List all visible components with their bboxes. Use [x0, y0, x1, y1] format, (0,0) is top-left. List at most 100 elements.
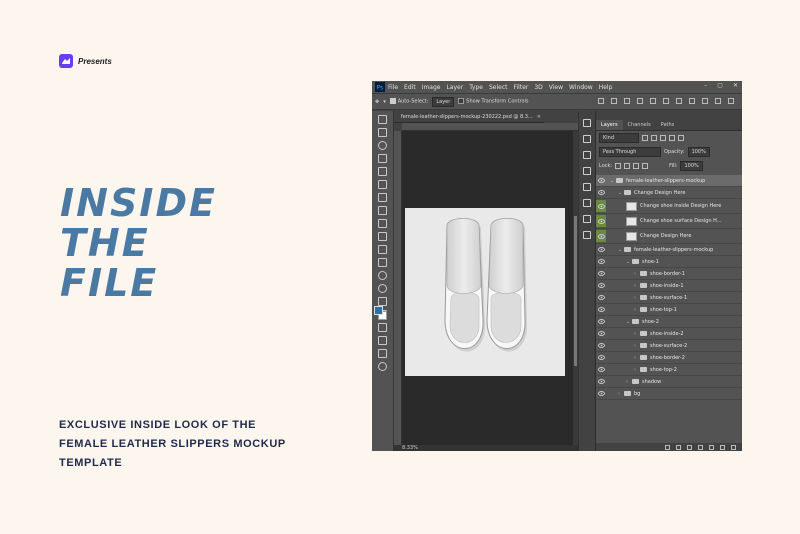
search-icon[interactable] [702, 98, 708, 104]
visibility-eye-icon[interactable] [596, 352, 606, 364]
tab-layers[interactable]: Layers [596, 120, 623, 130]
expand-right-icon[interactable]: › [634, 283, 639, 289]
menu-type[interactable]: Type [469, 84, 483, 91]
visibility-eye-icon[interactable] [596, 244, 606, 256]
expand-right-icon[interactable]: › [634, 367, 639, 373]
maximize-icon[interactable]: ▢ [717, 82, 723, 89]
show-transform-checkbox[interactable]: Show Transform Controls [458, 98, 529, 105]
pen-tool-icon[interactable] [378, 297, 387, 306]
paragraph-icon[interactable] [583, 167, 591, 175]
path-select-icon[interactable] [378, 323, 387, 332]
fill-input[interactable]: 100% [680, 161, 703, 171]
align-center-icon[interactable] [650, 98, 656, 104]
marquee-tool-icon[interactable] [378, 128, 387, 137]
workspace-icon[interactable] [715, 98, 721, 104]
close-document-icon[interactable]: ✕ [537, 114, 541, 120]
minimize-icon[interactable]: – [704, 82, 707, 89]
move-tool-icon[interactable] [378, 115, 387, 124]
expand-right-icon[interactable]: › [634, 331, 639, 337]
expand-right-icon[interactable]: › [634, 295, 639, 301]
gradient-tool-icon[interactable] [378, 258, 387, 267]
distribute-icon[interactable] [676, 98, 682, 104]
visibility-eye-icon[interactable] [596, 388, 606, 400]
brush-settings-icon[interactable] [583, 183, 591, 191]
align-top-icon[interactable] [598, 98, 604, 104]
lock-image-icon[interactable] [624, 163, 631, 169]
lock-all-icon[interactable] [642, 163, 649, 169]
expand-down-icon[interactable]: ⌄ [626, 319, 631, 325]
align-left-icon[interactable] [637, 98, 643, 104]
filter-adjustment-icon[interactable] [651, 135, 657, 141]
lock-position-icon[interactable] [633, 163, 640, 169]
properties-icon[interactable] [583, 231, 591, 239]
share-icon[interactable] [728, 98, 734, 104]
3d-mode-icon[interactable] [689, 98, 695, 104]
layer-row[interactable]: Change Design Here [596, 229, 742, 244]
visibility-eye-icon[interactable] [596, 376, 606, 388]
expand-down-icon[interactable]: ⌄ [626, 259, 631, 265]
menu-window[interactable]: Window [569, 84, 593, 91]
expand-right-icon[interactable]: › [634, 271, 639, 277]
close-icon[interactable]: ✕ [733, 82, 738, 89]
visibility-eye-icon[interactable] [596, 304, 606, 316]
adjustments-icon[interactable] [583, 199, 591, 207]
visibility-eye-icon[interactable] [596, 256, 606, 268]
quick-select-tool-icon[interactable] [378, 154, 387, 163]
layer-row[interactable]: › shoe-border-1 [596, 268, 742, 280]
auto-select-target-select[interactable]: Layer [432, 96, 455, 107]
canvas-area[interactable] [402, 131, 578, 446]
layer-row[interactable]: ⌄ female-leather-slippers-mockup [596, 244, 742, 256]
align-bottom-icon[interactable] [624, 98, 630, 104]
zoom-level[interactable]: 8.33% [402, 445, 418, 451]
stamp-tool-icon[interactable] [378, 219, 387, 228]
filter-kind-select[interactable]: Kind [599, 133, 639, 143]
layer-style-icon[interactable] [676, 444, 681, 450]
layer-row[interactable]: › shoe-border-2 [596, 352, 742, 364]
visibility-eye-icon[interactable] [596, 340, 606, 352]
visibility-eye-icon[interactable] [596, 280, 606, 292]
menu-select[interactable]: Select [489, 84, 508, 91]
menu-layer[interactable]: Layer [446, 84, 463, 91]
menu-file[interactable]: File [388, 84, 398, 91]
visibility-eye-icon[interactable] [596, 175, 606, 187]
layer-row[interactable]: › shadow [596, 376, 742, 388]
layer-mask-icon[interactable] [687, 444, 692, 450]
adjustment-layer-icon[interactable] [698, 444, 703, 450]
visibility-eye-icon[interactable] [596, 292, 606, 304]
libraries-icon[interactable] [583, 215, 591, 223]
align-right-icon[interactable] [663, 98, 669, 104]
visibility-eye-icon[interactable] [596, 328, 606, 340]
visibility-eye-icon[interactable] [596, 215, 606, 227]
layer-row[interactable]: ⌄ shoe-2 [596, 316, 742, 328]
tab-paths[interactable]: Paths [656, 120, 680, 130]
lock-transparent-icon[interactable] [615, 163, 622, 169]
layer-row[interactable]: › shoe-top-2 [596, 364, 742, 376]
layer-row[interactable]: › shoe-inside-2 [596, 328, 742, 340]
new-layer-icon[interactable] [720, 444, 725, 450]
zoom-tool-icon[interactable] [378, 362, 387, 371]
actions-play-icon[interactable] [583, 135, 591, 143]
layer-row[interactable]: › shoe-inside-1 [596, 280, 742, 292]
auto-select-checkbox[interactable]: Auto-Select: [389, 98, 428, 105]
new-group-icon[interactable] [709, 444, 714, 450]
opacity-input[interactable]: 100% [687, 147, 710, 157]
expand-right-icon[interactable]: › [634, 355, 639, 361]
crop-tool-icon[interactable] [378, 167, 387, 176]
menu-3d[interactable]: 3D [534, 84, 542, 91]
layer-row[interactable]: ⌄ female-leather-slippers-mockup [596, 175, 742, 187]
eraser-tool-icon[interactable] [378, 245, 387, 254]
visibility-eye-icon[interactable] [596, 316, 606, 328]
link-layers-icon[interactable] [665, 444, 670, 450]
visibility-eye-icon[interactable] [596, 200, 606, 212]
expand-down-icon[interactable]: ⌄ [618, 190, 623, 196]
visibility-eye-icon[interactable] [596, 364, 606, 376]
brush-tool-icon[interactable] [378, 206, 387, 215]
delete-layer-icon[interactable] [731, 444, 736, 450]
expand-down-icon[interactable]: ⌄ [610, 178, 615, 184]
hand-tool-icon[interactable] [378, 349, 387, 358]
layer-row[interactable]: ⌄ Change Design Here [596, 187, 742, 199]
foreground-color-swatch[interactable] [374, 306, 383, 315]
layer-row[interactable]: › shoe-surface-2 [596, 340, 742, 352]
menu-help[interactable]: Help [599, 84, 613, 91]
history-brush-icon[interactable] [378, 232, 387, 241]
